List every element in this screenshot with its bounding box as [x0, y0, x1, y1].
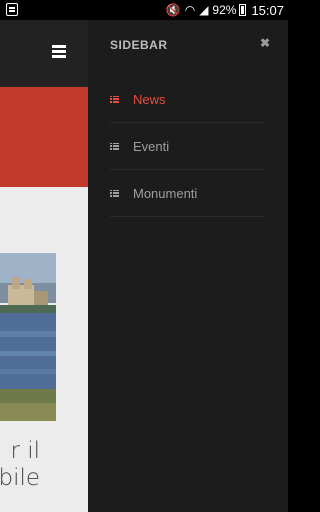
hamburger-menu-button[interactable] — [52, 45, 66, 59]
sidebar-item-label: Monumenti — [133, 185, 198, 201]
page-article-text: r il bile — [0, 438, 40, 492]
page-header — [0, 20, 88, 87]
main-page: r il bile — [0, 20, 88, 512]
sidebar-item-eventi[interactable]: Eventi — [110, 123, 264, 170]
sidebar-drawer: SIDEBAR ✖ News Eventi Monumenti — [88, 20, 288, 512]
list-icon — [110, 142, 119, 150]
sidebar-title: SIDEBAR — [110, 38, 168, 52]
sidebar-menu: News Eventi Monumenti — [110, 76, 264, 217]
clock: 15:07 — [251, 2, 284, 18]
battery-icon — [239, 4, 247, 16]
notification-icon — [6, 3, 18, 16]
wifi-icon: ◠ — [184, 3, 196, 17]
list-icon — [110, 189, 119, 197]
list-icon — [110, 95, 119, 103]
article-text-line-1: r il — [10, 438, 40, 464]
article-text-line-2: bile — [0, 465, 40, 491]
page-banner — [0, 87, 88, 187]
battery-percent: 92% — [212, 3, 237, 17]
signal-icon: ◢ — [199, 3, 209, 17]
sidebar-item-label: Eventi — [133, 138, 170, 154]
sidebar-item-news[interactable]: News — [110, 76, 264, 123]
castle-photo — [0, 253, 56, 421]
mute-icon: 🔇 — [165, 3, 181, 17]
close-icon[interactable]: ✖ — [260, 36, 270, 50]
sidebar-item-label: News — [133, 91, 166, 107]
status-bar: 🔇 ◠ ◢ 92% 15:07 — [0, 0, 288, 20]
sidebar-item-monumenti[interactable]: Monumenti — [110, 170, 264, 217]
